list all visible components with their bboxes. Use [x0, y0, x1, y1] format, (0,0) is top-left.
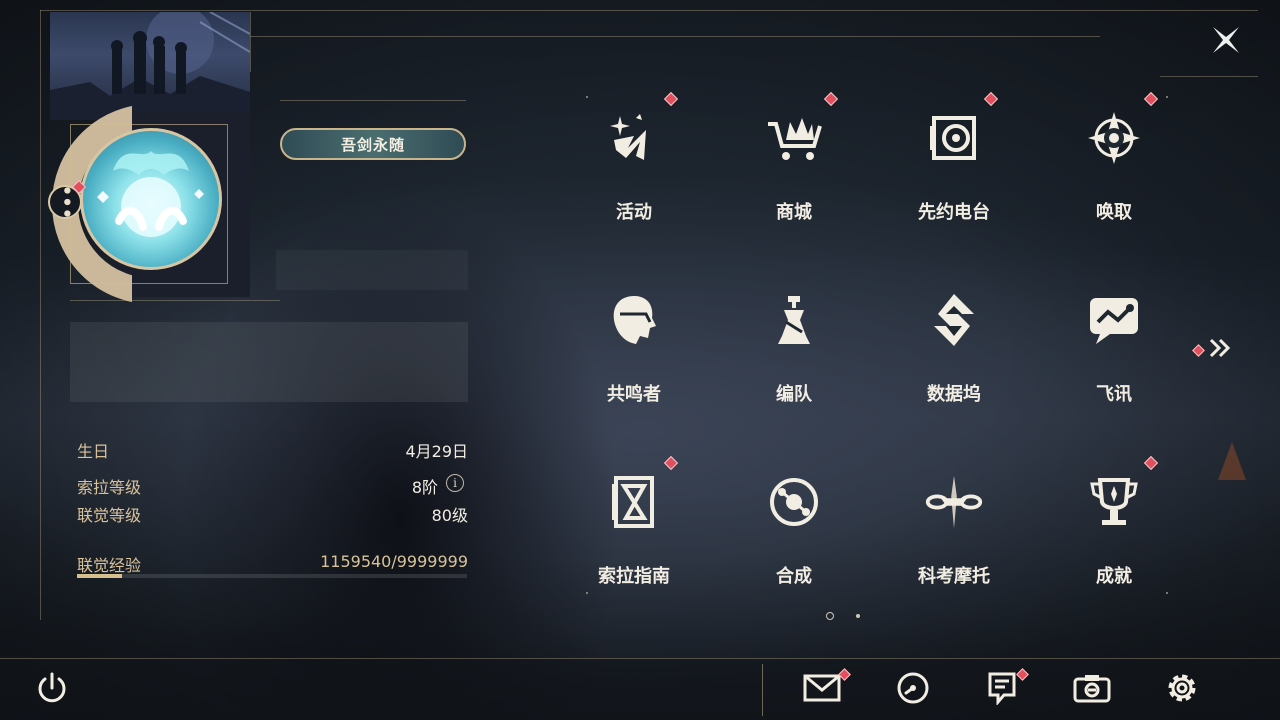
- stat-value-sola-level: 8阶: [411, 478, 438, 497]
- blurred-signature-area: [276, 250, 468, 290]
- stat-label-union-level: 联觉等级: [77, 506, 142, 525]
- frame-left-line: [40, 10, 41, 620]
- next-page-badge: [1192, 343, 1205, 357]
- menu-item-activity[interactable]: 活动: [554, 90, 714, 260]
- info-icon[interactable]: i: [446, 474, 464, 492]
- resonator-icon: [604, 290, 664, 350]
- page-dot-active[interactable]: [826, 612, 834, 620]
- message-bubble-icon: [1084, 290, 1144, 350]
- settings-gear-icon: [1164, 670, 1200, 710]
- frame-inner-line-2: [250, 12, 251, 72]
- mail-icon: [803, 674, 841, 706]
- traffic-cone: [1218, 442, 1246, 480]
- grid-corner-mark: [1166, 96, 1168, 98]
- menu-item-label: 科考摩托: [918, 566, 990, 587]
- menu-item-convene[interactable]: 唤取: [1034, 90, 1194, 260]
- frame-top-line: [40, 10, 1258, 11]
- menu-item-data-dock[interactable]: 数据坞: [874, 272, 1034, 442]
- grid-corner-mark: [586, 592, 588, 594]
- blurred-bio-area: [70, 322, 468, 402]
- menu-item-label: 商城: [776, 202, 812, 223]
- double-chevron-right-icon: [1209, 338, 1231, 362]
- grid-corner-mark: [1166, 592, 1168, 594]
- radio-icon: [924, 108, 984, 168]
- menu-item-shop[interactable]: 商城: [714, 90, 874, 260]
- avatar[interactable]: [80, 128, 222, 270]
- xp-progress-bar: [77, 574, 467, 578]
- menu-item-label: 飞讯: [1096, 384, 1132, 405]
- menu-item-achievements[interactable]: 成就: [1034, 454, 1194, 624]
- frame-divider-line: [250, 36, 1100, 37]
- menu-item-guide[interactable]: 索拉指南: [554, 454, 714, 624]
- menu-item-resonators[interactable]: 共鸣者: [554, 272, 714, 442]
- page-dot[interactable]: [856, 614, 860, 618]
- frame-inner-line: [280, 100, 466, 101]
- menu-item-badge: [1143, 455, 1159, 471]
- power-button[interactable]: [32, 670, 72, 710]
- menu-item-badge: [823, 91, 839, 107]
- clock-icon: [896, 671, 930, 709]
- page-indicator: [826, 612, 860, 620]
- camera-icon: [1073, 673, 1111, 707]
- stat-value-union-xp: 1159540/9999999: [320, 552, 468, 571]
- close-button[interactable]: [1206, 22, 1246, 62]
- more-dots-icon: •••: [55, 184, 77, 220]
- title-name-plate[interactable]: 吾剑永随: [280, 128, 466, 160]
- bottom-bar-divider: [762, 664, 763, 716]
- mail-button[interactable]: [802, 668, 851, 710]
- menu-item-label: 编队: [776, 384, 812, 405]
- power-icon: [35, 671, 69, 709]
- chess-team-icon: [764, 290, 824, 350]
- menu-item-badge: [1143, 91, 1159, 107]
- menu-item-label: 共鸣者: [607, 384, 661, 405]
- menu-item-motorcycle[interactable]: 科考摩托: [874, 454, 1034, 624]
- compass-star-icon: [1084, 108, 1144, 168]
- menu-item-radio[interactable]: 先约电台: [874, 90, 1034, 260]
- menu-item-badge: [663, 91, 679, 107]
- menu-item-label: 索拉指南: [598, 566, 670, 587]
- xp-progress-fill: [77, 574, 123, 578]
- menu-item-label: 唤取: [1096, 202, 1132, 223]
- trophy-icon: [1084, 472, 1144, 532]
- grid-corner-mark: [586, 96, 588, 98]
- next-page-button[interactable]: [1192, 338, 1231, 362]
- menu-item-team[interactable]: 编队: [714, 272, 874, 442]
- title-plate-text: 吾剑永随: [340, 135, 405, 154]
- menu-item-label: 成就: [1096, 566, 1132, 587]
- stat-label-union-xp: 联觉经验: [77, 556, 142, 575]
- notes-button[interactable]: [982, 668, 1029, 710]
- frame-right-top-line: [1160, 76, 1258, 77]
- menu-item-synthesis[interactable]: 合成: [714, 454, 874, 624]
- synthesis-icon: [764, 472, 824, 532]
- menu-item-label: 合成: [776, 566, 812, 587]
- frame-card-bottom-line: [70, 300, 280, 301]
- clock-button[interactable]: [893, 670, 933, 710]
- settings-button[interactable]: [1162, 670, 1202, 710]
- menu-item-messages[interactable]: 飞讯: [1034, 272, 1194, 442]
- menu-item-label: 活动: [616, 202, 652, 223]
- stat-value-union-level: 80级: [431, 506, 468, 525]
- stat-value-birthday: 4月29日: [405, 442, 468, 461]
- shop-cart-icon: [764, 108, 824, 168]
- profile-banner-image: [50, 12, 250, 120]
- close-x-icon: [1209, 23, 1243, 61]
- stat-label-birthday: 生日: [77, 442, 110, 461]
- notes-icon: [987, 671, 1017, 709]
- activity-icon: [604, 108, 664, 168]
- menu-item-badge: [983, 91, 999, 107]
- menu-item-label: 数据坞: [927, 384, 981, 405]
- camera-button[interactable]: [1072, 670, 1112, 710]
- menu-item-badge: [663, 455, 679, 471]
- menu-item-label: 先约电台: [918, 202, 990, 223]
- motorcycle-icon: [924, 472, 984, 532]
- guide-book-icon: [604, 472, 664, 532]
- data-dock-icon: [924, 290, 984, 350]
- stat-label-sola-level: 索拉等级: [77, 478, 142, 497]
